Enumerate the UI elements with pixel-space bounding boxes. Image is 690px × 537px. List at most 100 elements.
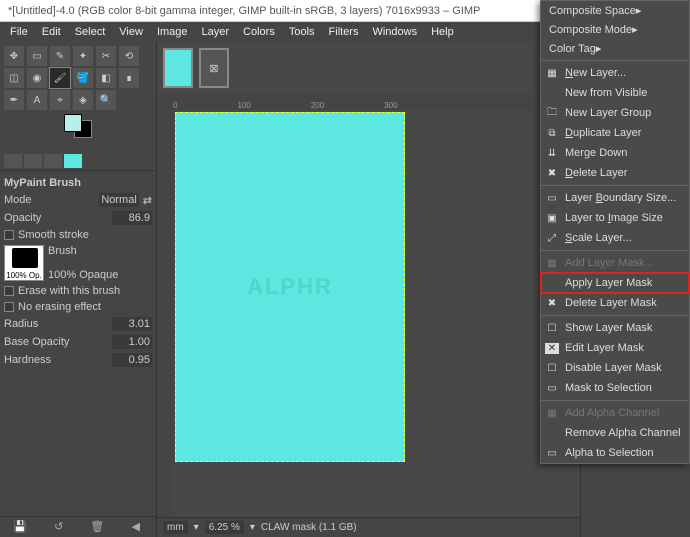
color-swatch[interactable] <box>58 114 98 144</box>
status-info: CLAW mask (1.1 GB) <box>261 522 357 533</box>
tool-move[interactable]: ✥ <box>4 46 24 66</box>
menu-colors[interactable]: Colors <box>237 24 281 40</box>
brush-preview[interactable]: 100% Op. <box>4 245 44 281</box>
zoom-arrow-icon[interactable]: ▾ <box>250 522 255 533</box>
ctx-boundary[interactable]: ▭Layer Boundary Size... <box>541 188 689 208</box>
noerase-checkbox[interactable] <box>4 302 14 312</box>
tool-bucket[interactable]: 🪣 <box>73 68 93 88</box>
ctx-color-tag[interactable]: Color Tag▸ <box>541 39 689 58</box>
fg-color[interactable] <box>64 114 82 132</box>
brush-label: Brush <box>48 245 118 257</box>
tool-free-select[interactable]: ✎ <box>50 46 70 66</box>
tool-zoom[interactable]: 🔍 <box>96 90 116 110</box>
hardness-label: Hardness <box>4 354 108 366</box>
ctx-remove-alpha[interactable]: Remove Alpha Channel <box>541 423 689 443</box>
reset-icon[interactable]: ◀ <box>129 520 143 534</box>
brush-desc: 100% Opaque <box>48 269 118 281</box>
smooth-stroke-label: Smooth stroke <box>18 229 152 241</box>
menu-file[interactable]: File <box>4 24 34 40</box>
ruler-vertical <box>157 110 173 517</box>
ctx-new-visible[interactable]: New from Visible <box>541 83 689 103</box>
mode-label: Mode <box>4 194 95 206</box>
erase-label: Erase with this brush <box>18 285 152 297</box>
layer-context-menu[interactable]: Composite Space▸ Composite Mode▸ Color T… <box>540 0 690 464</box>
noerase-label: No erasing effect <box>18 301 152 313</box>
menu-tools[interactable]: Tools <box>283 24 321 40</box>
canvas[interactable]: ALPHR <box>173 110 580 517</box>
canvas-content[interactable]: ALPHR <box>175 112 405 462</box>
watermark: ALPHR <box>247 274 333 300</box>
menu-select[interactable]: Select <box>69 24 112 40</box>
tool-options: MyPaint Brush Mode Normal ⇄ Opacity 86.9… <box>0 171 156 373</box>
tool-warp[interactable]: ◉ <box>27 68 47 88</box>
ctx-composite-mode[interactable]: Composite Mode▸ <box>541 20 689 39</box>
ctx-add-alpha: ▦Add Alpha Channel <box>541 403 689 423</box>
menu-view[interactable]: View <box>113 24 149 40</box>
tool-transform[interactable]: ◫ <box>4 68 24 88</box>
opacity-label: Opacity <box>4 212 108 224</box>
ctx-delete-mask[interactable]: ✖Delete Layer Mask <box>541 293 689 313</box>
ctx-merge-down[interactable]: ⇊Merge Down <box>541 143 689 163</box>
menu-filters[interactable]: Filters <box>323 24 365 40</box>
tab-tool-options[interactable] <box>4 154 22 168</box>
smooth-stroke-checkbox[interactable] <box>4 230 14 240</box>
tool-measure[interactable]: ◈ <box>73 90 93 110</box>
delete-preset-icon[interactable]: 🗑 <box>90 520 104 534</box>
restore-preset-icon[interactable]: ↺ <box>52 520 66 534</box>
unit-select[interactable]: mm <box>163 521 188 534</box>
image-tab-close[interactable]: ⊠ <box>199 48 229 88</box>
ctx-scale[interactable]: ⤢Scale Layer... <box>541 228 689 248</box>
tab-colors[interactable] <box>64 154 82 168</box>
ctx-duplicate[interactable]: ⧉Duplicate Layer <box>541 123 689 143</box>
left-dock: ✥ ▭ ✎ ✦ ✂ ⟲ ◫ ◉ 🖌 🪣 ◧ ∎ ✒ A ⌖ ◈ 🔍 <box>0 42 157 537</box>
menu-image[interactable]: Image <box>151 24 194 40</box>
ctx-composite-space[interactable]: Composite Space▸ <box>541 1 689 20</box>
image-tab-1[interactable] <box>163 48 193 88</box>
menu-edit[interactable]: Edit <box>36 24 67 40</box>
ctx-show-mask[interactable]: ☐Show Layer Mask <box>541 318 689 338</box>
tool-mypaint-brush[interactable]: 🖌 <box>50 68 70 88</box>
ctx-new-group[interactable]: 🗀New Layer Group <box>541 103 689 123</box>
unit-arrow-icon[interactable]: ▾ <box>194 522 199 533</box>
erase-checkbox[interactable] <box>4 286 14 296</box>
ctx-new-layer[interactable]: ▦New Layer... <box>541 63 689 83</box>
tab-device[interactable] <box>24 154 42 168</box>
tool-options-tabs[interactable] <box>0 152 156 171</box>
ctx-apply-mask[interactable]: Apply Layer Mask <box>541 273 689 293</box>
tool-rect-select[interactable]: ▭ <box>27 46 47 66</box>
tool-rotate[interactable]: ⟲ <box>119 46 139 66</box>
ctx-to-image[interactable]: ▣Layer to Image Size <box>541 208 689 228</box>
opacity-value[interactable]: 86.9 <box>112 211 152 225</box>
ctx-edit-mask[interactable]: ✕Edit Layer Mask <box>541 338 689 358</box>
menu-help[interactable]: Help <box>425 24 460 40</box>
tool-fuzzy-select[interactable]: ✦ <box>73 46 93 66</box>
ctx-mask-sel[interactable]: ▭Mask to Selection <box>541 378 689 398</box>
menu-windows[interactable]: Windows <box>366 24 423 40</box>
tool-crop[interactable]: ✂ <box>96 46 116 66</box>
ruler-horizontal: 0100200300 <box>157 94 580 110</box>
save-preset-icon[interactable]: 💾 <box>13 520 27 534</box>
tool-color-picker[interactable]: ⌖ <box>50 90 70 110</box>
statusbar: mm ▾ 6.25 % ▾ CLAW mask (1.1 GB) <box>157 517 580 537</box>
canvas-area: ⊠ 0100200300 ALPHR mm ▾ 6.25 % ▾ CLAW ma… <box>157 42 580 537</box>
mode-select[interactable]: Normal <box>99 193 139 207</box>
tool-text[interactable]: A <box>27 90 47 110</box>
ctx-alpha-sel[interactable]: ▭Alpha to Selection <box>541 443 689 463</box>
image-tabs: ⊠ <box>157 42 580 94</box>
toolbox: ✥ ▭ ✎ ✦ ✂ ⟲ ◫ ◉ 🖌 🪣 ◧ ∎ ✒ A ⌖ ◈ 🔍 <box>0 42 156 152</box>
baseop-value[interactable]: 1.00 <box>112 335 152 349</box>
baseop-label: Base Opacity <box>4 336 108 348</box>
menu-layer[interactable]: Layer <box>196 24 236 40</box>
mode-toggle-icon[interactable]: ⇄ <box>143 194 152 207</box>
ctx-disable-mask[interactable]: ☐Disable Layer Mask <box>541 358 689 378</box>
tab-history[interactable] <box>44 154 62 168</box>
left-bottom-buttons: 💾 ↺ 🗑 ◀ <box>0 516 156 537</box>
tool-path[interactable]: ✒ <box>4 90 24 110</box>
tool-clone[interactable]: ∎ <box>119 68 139 88</box>
radius-value[interactable]: 3.01 <box>112 317 152 331</box>
tool-gradient[interactable]: ◧ <box>96 68 116 88</box>
window-title: *[Untitled]-4.0 (RGB color 8-bit gamma i… <box>8 5 480 17</box>
hardness-value[interactable]: 0.95 <box>112 353 152 367</box>
zoom-select[interactable]: 6.25 % <box>205 521 244 534</box>
ctx-delete-layer[interactable]: ✖Delete Layer <box>541 163 689 183</box>
